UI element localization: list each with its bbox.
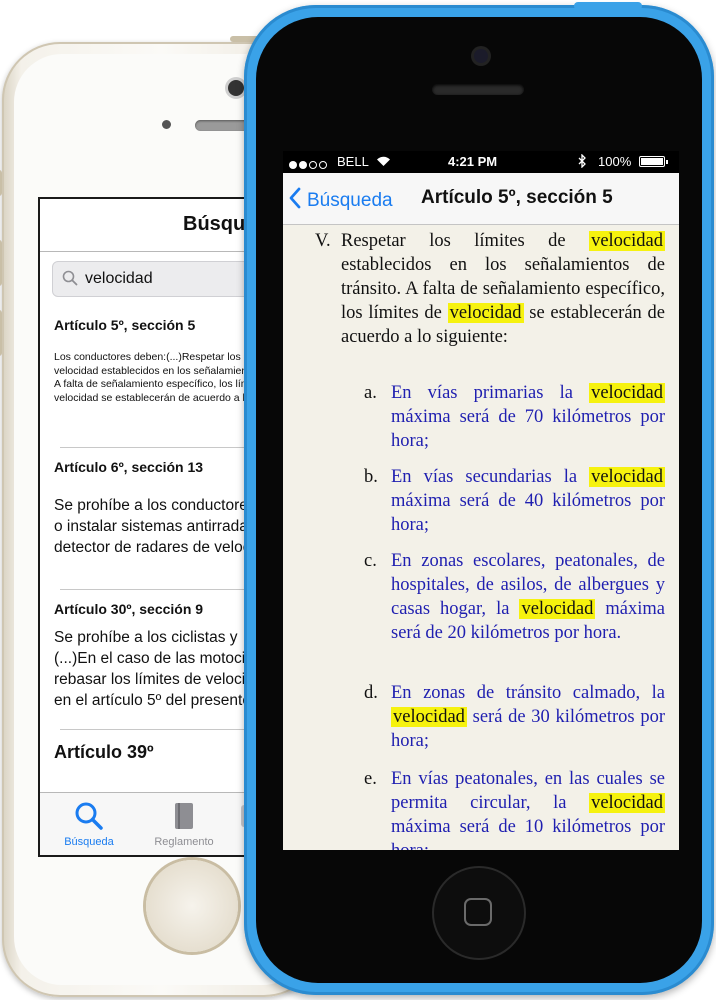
back-phone-volume-up xyxy=(0,240,2,286)
book-icon xyxy=(175,803,193,829)
search-highlight: velocidad xyxy=(589,793,665,813)
item-text: En zonas de tránsito calmado, la velocid… xyxy=(391,683,665,751)
front-phone-screen: BELL 4:21 PM 100% Búsqueda Artículo 5º, … xyxy=(283,151,679,850)
result-divider xyxy=(60,589,251,590)
result-title: Artículo 5º, sección 5 xyxy=(54,317,196,333)
result-title: Artículo 39º xyxy=(54,742,154,762)
back-button-label: Búsqueda xyxy=(307,190,393,211)
result-snippet-line: A falta de señalamiento específico, los … xyxy=(54,378,251,391)
back-phone-home-button[interactable] xyxy=(146,860,238,952)
chevron-left-icon xyxy=(289,187,301,209)
para-text: Respetar los límites de xyxy=(341,231,590,251)
battery-percent: 100% xyxy=(598,154,632,169)
result-snippet-line: en el artículo 5º del presente xyxy=(54,692,251,709)
status-bar: BELL 4:21 PM 100% xyxy=(283,151,679,173)
result-title: Artículo 30º, sección 9 xyxy=(54,601,204,617)
result-snippet-line: Los conductores deben:(...)Respetar los … xyxy=(54,351,251,363)
item-marker: a. xyxy=(364,383,377,403)
search-icon xyxy=(75,802,103,830)
search-highlight: velocidad xyxy=(589,383,665,403)
result-item[interactable]: Artículo 30º, sección 9 Se prohíbe a los… xyxy=(54,601,253,711)
back-phone-screen: Búsqueda velocidad Artículo 5º, sección … xyxy=(38,197,253,857)
tab-reglamento[interactable]: Reglamento xyxy=(144,801,224,848)
back-phone-camera xyxy=(228,80,244,96)
item-marker: d. xyxy=(364,683,378,703)
section-numeral: V. xyxy=(315,231,331,251)
result-snippet-line: o instalar sistemas antirradar xyxy=(54,518,253,535)
search-highlight: velocidad xyxy=(589,231,665,251)
battery-level-fill xyxy=(641,158,663,165)
bluetooth-icon xyxy=(578,154,586,168)
status-time: 4:21 PM xyxy=(448,154,498,169)
result-snippet-line: velocidad establecidos en los señalamien… xyxy=(54,364,253,377)
search-highlight: velocidad xyxy=(519,599,596,619)
item-marker: e. xyxy=(364,769,377,789)
article-content: V. Respetar los límites de velocidad est… xyxy=(283,225,679,850)
nav-bar: Búsqueda Artículo 5º, sección 5 xyxy=(283,173,679,225)
result-title: Artículo 6º, sección 13 xyxy=(54,459,204,475)
search-icon xyxy=(62,270,78,286)
result-divider xyxy=(60,447,251,448)
page-title: Artículo 5º, sección 5 xyxy=(421,187,613,208)
front-phone-power-button xyxy=(574,2,642,10)
result-snippet-line: detector de radares de velocidad xyxy=(54,539,251,556)
item-marker: b. xyxy=(364,467,378,487)
signal-strength-icon xyxy=(289,157,329,172)
result-item[interactable]: Artículo 39º xyxy=(54,742,251,763)
search-highlight: velocidad xyxy=(447,303,524,323)
back-phone-volume-down xyxy=(0,310,2,356)
result-item[interactable]: Artículo 6º, sección 13 Se prohíbe a los… xyxy=(54,459,253,558)
result-item[interactable]: Artículo 5º, sección 5 Los conductores d… xyxy=(54,317,253,405)
result-snippet-line: velocidad se establecerán de acuerdo a l… xyxy=(54,391,251,404)
search-input[interactable]: velocidad xyxy=(52,261,251,297)
tab-label: Búsqueda xyxy=(64,836,114,848)
tab-bar: Búsqueda Reglamento N xyxy=(40,792,251,855)
result-snippet-line: rebasar los límites de velocidad xyxy=(54,671,253,688)
result-divider xyxy=(60,729,251,730)
section-paragraph: Respetar los límites de velocidad establ… xyxy=(341,229,665,349)
search-query-text: velocidad xyxy=(85,270,153,287)
result-snippet-line: Se prohíbe a los conductores xyxy=(54,497,253,514)
wifi-icon xyxy=(376,156,390,166)
back-button[interactable]: Búsqueda xyxy=(289,187,393,212)
tab-label: Reglamento xyxy=(154,836,214,848)
item-text: En vías secundarias la velocidad máxima … xyxy=(391,467,665,535)
back-phone-mute-switch xyxy=(0,170,2,196)
result-snippet-line: Se prohíbe a los ciclistas y xyxy=(54,629,238,646)
back-phone-sensor xyxy=(162,120,171,129)
front-phone-home-button[interactable] xyxy=(434,868,524,958)
search-highlight: velocidad xyxy=(391,707,467,727)
battery-icon xyxy=(639,156,668,167)
search-highlight: velocidad xyxy=(589,467,665,487)
front-phone-speaker xyxy=(432,84,524,95)
home-button-square-icon xyxy=(464,898,492,926)
front-phone-camera xyxy=(474,49,488,63)
item-marker: c. xyxy=(364,551,377,571)
item-text: En zonas escolares, peatonales, de hospi… xyxy=(391,551,666,643)
back-nav-divider xyxy=(40,251,251,252)
carrier-label: BELL xyxy=(337,154,391,169)
item-text: En vías primarias la velocidad máxima se… xyxy=(391,383,665,451)
item-text: En vías peatonales, en las cuales se per… xyxy=(391,769,665,850)
result-snippet-line: (...)En el caso de las motocicletas xyxy=(54,650,251,667)
tab-busqueda[interactable]: Búsqueda xyxy=(54,801,124,848)
